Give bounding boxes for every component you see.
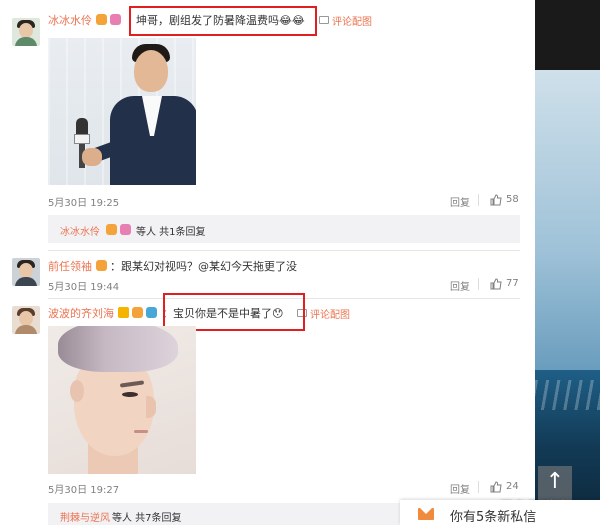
avatar[interactable] [12,306,40,334]
like-icon[interactable] [490,194,502,206]
reply-count: 等人 共7条回复 [112,513,182,524]
avatar[interactable] [12,258,40,286]
avatar[interactable] [12,18,40,46]
background-ocean-image [535,0,600,525]
comment-photo[interactable] [48,326,196,474]
like-icon[interactable] [490,278,502,290]
vip-badge-icon [132,307,143,318]
separator [478,278,479,290]
comment-timestamp: 5月30日 19:27 [48,485,120,496]
private-message-text[interactable]: 你有5条新私信 [450,506,536,525]
reply-button[interactable]: 回复 [450,278,470,293]
picture-icon [319,16,329,24]
arrow-up-icon: ↑ [545,469,565,494]
reply-button[interactable]: 回复 [450,481,470,496]
verified-v-icon [118,307,129,318]
comment-username[interactable]: 波波的齐刘海 [48,305,114,321]
like-count: 77 [506,278,519,289]
reply-count: 等人 共1条回复 [136,227,206,238]
comment-timestamp: 5月30日 19:25 [48,198,120,209]
reply-username[interactable]: 荆棘与逆风 [60,509,110,524]
comment-timestamp: 5月30日 19:44 [48,282,120,293]
separator [478,481,479,493]
member-badge-icon [120,224,131,235]
member-badge-icon [146,307,157,318]
highlight-box [129,6,317,36]
divider [48,250,520,251]
reply-username[interactable]: 冰冰水伶 [60,223,100,238]
like-icon[interactable] [490,481,502,493]
vip-badge-icon [96,260,107,271]
scroll-to-top-button[interactable]: ↑ [538,466,572,500]
private-message-bar[interactable]: 你有5条新私信 [400,500,600,525]
like-count: 58 [506,194,519,205]
comment-text: ：跟某幻对视吗？@某幻今天拖更了没 [110,260,297,273]
vip-badge-icon [106,224,117,235]
like-count: 24 [506,481,519,492]
comment-username[interactable]: 冰冰水伶 [48,12,92,28]
comment-photo[interactable] [48,38,196,185]
member-badge-icon [110,14,121,25]
reply-button[interactable]: 回复 [450,194,470,209]
separator [478,194,479,206]
comment-image-link[interactable]: 评论配图 [332,13,372,28]
envelope-icon [418,508,434,520]
reply-summary[interactable]: 冰冰水伶 等人 共1条回复 [48,215,520,243]
vip-badge-icon [96,14,107,25]
comment-username[interactable]: 前任领袖 [48,258,92,274]
comment-feed: 冰冰水伶 坤哥，剧组发了防暑降温费吗😂😂 评论配图 5月30日 19:25 回复… [0,0,535,525]
comment-image-link[interactable]: 评论配图 [310,306,350,321]
